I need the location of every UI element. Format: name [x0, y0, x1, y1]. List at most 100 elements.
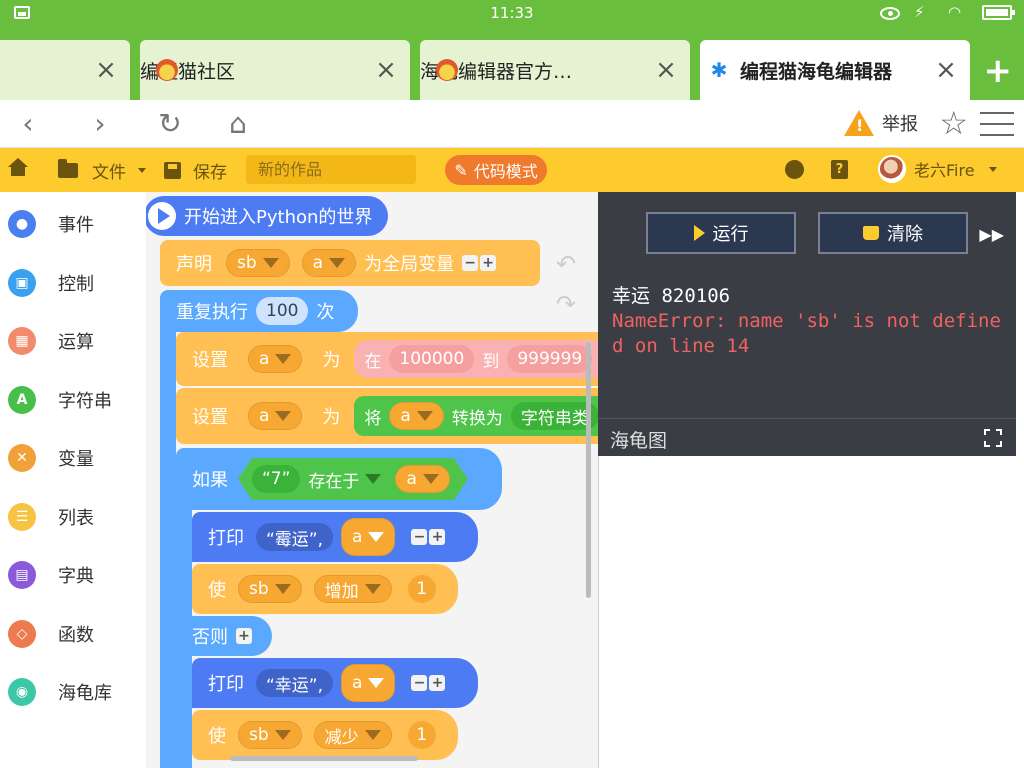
random-to-input[interactable]: 999999	[507, 345, 593, 373]
language-globe-icon[interactable]	[785, 160, 804, 179]
variable-dropdown[interactable]: a	[301, 249, 357, 277]
set-random-block[interactable]: 设置 a 为 在 100000 到 999999	[176, 332, 598, 386]
operation-dropdown[interactable]: 减少	[313, 721, 392, 749]
variable-dropdown[interactable]: a	[389, 402, 444, 430]
add-remove-buttons[interactable]: − +	[462, 255, 497, 271]
category-item[interactable]: ◇ 函数	[8, 614, 94, 654]
random-range-block[interactable]: 在 100000 到 999999	[354, 340, 598, 378]
category-item[interactable]: ✕ 变量	[8, 438, 94, 478]
print-block[interactable]: 打印 “幸运”, a − +	[192, 658, 478, 708]
reload-button[interactable]: ↻	[154, 108, 186, 140]
add-remove-buttons[interactable]: − +	[411, 675, 446, 691]
file-menu[interactable]: 文件	[58, 158, 146, 183]
turtle-canvas[interactable]	[598, 456, 1016, 768]
run-button[interactable]: 运行	[646, 212, 796, 254]
category-item[interactable]: A 字符串	[8, 380, 112, 420]
if-block[interactable]: 如果 “7” 存在于 a	[176, 448, 502, 510]
add-branch-button[interactable]: +	[236, 628, 252, 644]
category-item[interactable]: ▣ 控制	[8, 263, 94, 303]
undo-icon[interactable]: ↶	[556, 250, 576, 278]
decrement-block[interactable]: 使 sb 减少 1	[192, 710, 458, 760]
collapse-panel-icon[interactable]: ▶▶	[979, 225, 1004, 244]
declare-global-block[interactable]: 声明 sb a 为全局变量 − +	[160, 240, 540, 286]
string-input[interactable]: “幸运”,	[256, 669, 334, 697]
code-workspace[interactable]: 开始进入Python的世界 声明 sb a 为全局变量 − + 重复执行 100 …	[146, 192, 598, 768]
category-label: 事件	[58, 215, 94, 236]
close-icon[interactable]: ×	[930, 54, 962, 86]
category-item[interactable]: ▦ 运算	[8, 321, 94, 361]
category-item[interactable]: ◉ 海龟库	[8, 672, 112, 712]
amount-input[interactable]: 1	[407, 575, 436, 603]
user-name: 老六Fire	[914, 161, 975, 180]
new-tab-button[interactable]: +	[984, 54, 1013, 88]
folder-icon	[58, 159, 78, 178]
repeat-count-input[interactable]: 100	[256, 297, 309, 325]
redo-icon[interactable]: ↷	[556, 290, 576, 318]
string-input[interactable]: “霉运”,	[256, 523, 334, 551]
turtle-panel-title: 海龟图	[610, 430, 668, 452]
category-label: 列表	[58, 507, 94, 529]
convert-block[interactable]: 将 a 转换为 字符串类	[354, 396, 598, 436]
bookmark-star-icon[interactable]: ☆	[939, 106, 968, 140]
else-label[interactable]: 否则 +	[176, 616, 272, 656]
tab-hidden[interactable]: ×	[0, 40, 130, 100]
user-menu[interactable]: 老六Fire	[878, 155, 997, 183]
variable-dropdown[interactable]: a	[395, 465, 449, 493]
close-icon[interactable]: ×	[90, 54, 122, 86]
contains-condition[interactable]: “7” 存在于 a	[238, 458, 468, 500]
tab-bar: × 编程猫社区 × 海龟编辑器官方… × ✱ 编程猫海龟编辑器 × +	[0, 26, 1024, 100]
broom-icon	[863, 226, 879, 240]
code-mode-button[interactable]: ✎ 代码模式	[445, 155, 547, 185]
chevron-down-icon	[138, 168, 146, 173]
variable-dropdown[interactable]: a	[248, 345, 303, 373]
string-input[interactable]: “7”	[252, 465, 300, 493]
scope-dropdown[interactable]: sb	[226, 249, 290, 277]
tab-turtle-editor[interactable]: ✱ 编程猫海龟编辑器 ×	[700, 40, 970, 100]
add-remove-buttons[interactable]: − +	[411, 529, 446, 545]
vertical-scrollbar[interactable]	[586, 342, 591, 598]
save-label: 保存	[193, 163, 227, 183]
category-icon: A	[8, 385, 36, 414]
variable-dropdown[interactable]: a	[248, 402, 303, 430]
variable-dropdown[interactable]: a	[341, 518, 396, 556]
category-item[interactable]: ☰ 列表	[8, 497, 94, 537]
forward-button[interactable]: ›	[84, 108, 116, 140]
close-icon[interactable]: ×	[650, 54, 682, 86]
category-item[interactable]: ● 事件	[8, 204, 94, 244]
close-icon[interactable]: ×	[370, 54, 402, 86]
print-block[interactable]: 打印 “霉运”, a − +	[192, 512, 478, 562]
fullscreen-icon[interactable]	[984, 429, 1002, 447]
variable-dropdown[interactable]: sb	[238, 721, 302, 749]
amount-input[interactable]: 1	[407, 721, 436, 749]
tab-official[interactable]: 海龟编辑器官方… ×	[420, 40, 690, 100]
increment-block[interactable]: 使 sb 增加 1	[192, 564, 458, 614]
tab-community[interactable]: 编程猫社区 ×	[140, 40, 410, 100]
variable-dropdown[interactable]: sb	[238, 575, 302, 603]
home-button[interactable]: ⌂	[222, 108, 254, 140]
console-error: NameError: name 'sb' is not defined on l…	[612, 310, 1001, 357]
report-button[interactable]: 举报	[844, 110, 918, 136]
help-icon[interactable]: ?	[831, 160, 848, 179]
nav-bar: ‹ › ↻ ⌂ 举报 ☆	[0, 100, 1024, 148]
set-convert-block[interactable]: 设置 a 为 将 a 转换为 字符串类	[176, 388, 598, 444]
variable-dropdown[interactable]: a	[341, 664, 396, 702]
category-icon: ▦	[8, 327, 36, 355]
category-item[interactable]: ▤ 字典	[8, 555, 94, 595]
back-button[interactable]: ‹	[12, 108, 44, 140]
clear-button[interactable]: 清除	[818, 212, 968, 254]
menu-icon[interactable]	[980, 112, 1014, 145]
random-from-input[interactable]: 100000	[389, 345, 475, 373]
console-line: 幸运 820106	[612, 285, 731, 307]
home-icon[interactable]	[8, 158, 28, 176]
start-block[interactable]: 开始进入Python的世界	[146, 196, 388, 236]
category-icon: ◇	[8, 619, 36, 648]
output-panel: 运行 清除 ▶▶ 幸运 820106 NameError: name 'sb' …	[598, 192, 1016, 418]
category-icon: ▤	[8, 561, 36, 589]
type-dropdown[interactable]: 字符串类	[510, 402, 598, 430]
horizontal-scrollbar[interactable]	[230, 756, 418, 761]
work-name-input[interactable]	[246, 155, 416, 184]
operation-dropdown[interactable]: 增加	[313, 575, 392, 603]
save-button[interactable]: 保存	[164, 158, 227, 183]
console-output: 幸运 820106 NameError: name 'sb' is not de…	[612, 284, 1002, 359]
repeat-block[interactable]: 重复执行 100 次	[160, 290, 358, 332]
